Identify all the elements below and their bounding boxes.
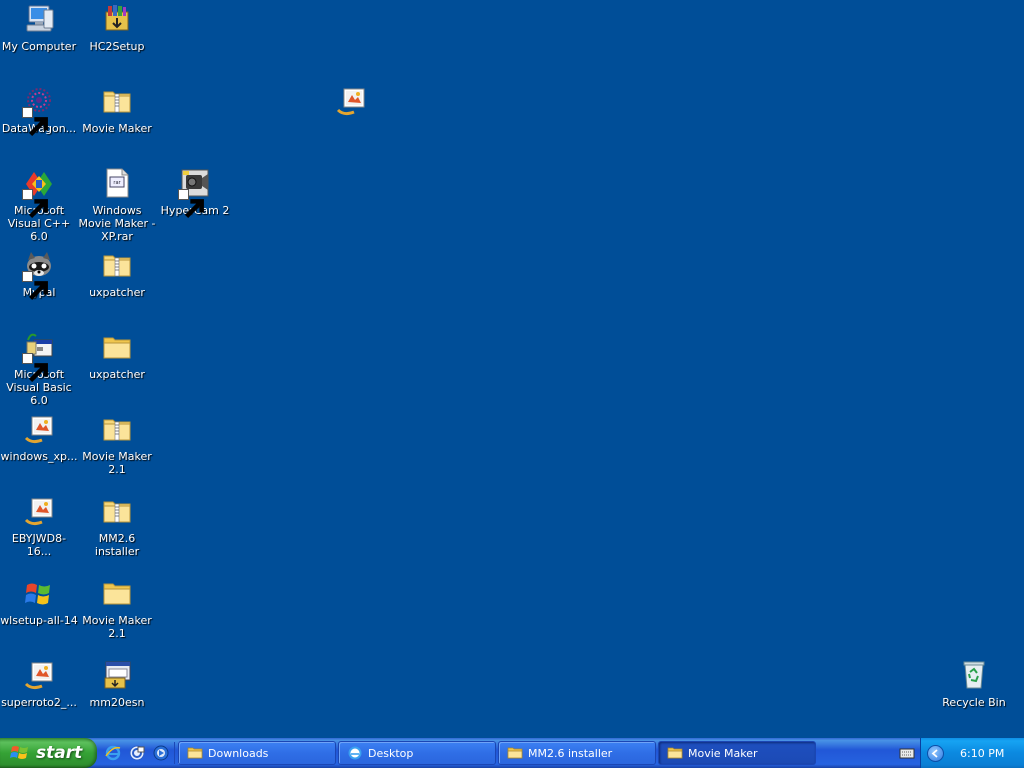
taskbar-button-label: MM2.6 installer	[528, 746, 613, 760]
desktop-icon-mypal[interactable]: Mypal	[0, 248, 78, 301]
folder-icon	[667, 745, 683, 761]
desktop-icon-label: Movie Maker	[82, 122, 152, 135]
desktop-icon-label: Movie Maker 2.1	[82, 614, 152, 640]
desktop-icon-label: My Computer	[1, 40, 77, 53]
desktop-icon-label: mm20esn	[89, 696, 145, 709]
desktop-icon-visual-cpp[interactable]: Microsoft Visual C++ 6.0	[0, 166, 78, 243]
taskbar-button-label: Desktop	[368, 746, 414, 760]
shortcut-arrow-icon	[22, 271, 48, 301]
picture-file-icon	[22, 412, 56, 446]
folder-icon	[100, 576, 134, 610]
desktop-icon-label: wlsetup-all-14	[0, 614, 78, 627]
visual-basic-icon	[22, 330, 56, 383]
desktop-icon-hypercam[interactable]: HyperCam 2	[156, 166, 234, 219]
desktop-icon-label: Movie Maker 2.1	[82, 450, 152, 476]
desktop-icon-movie-maker-21-folder[interactable]: Movie Maker 2.1	[78, 576, 156, 640]
desktop-icon-label: uxpatcher	[89, 286, 145, 299]
desktop-icon-movie-maker-zip[interactable]: Movie Maker	[78, 84, 156, 135]
desktop-icon-uxpatcher-zip[interactable]: uxpatcher	[78, 248, 156, 299]
taskbar-button-movie-maker[interactable]: Movie Maker	[658, 741, 816, 765]
zip-folder-icon	[100, 248, 134, 282]
rar-file-icon: rar	[100, 166, 134, 200]
desktop-icon-movie-maker-rar[interactable]: rar Windows Movie Maker - XP.rar	[78, 166, 156, 243]
keyboard-icon[interactable]	[899, 745, 915, 761]
folder-icon	[507, 745, 523, 761]
desktop-icon-uxpatcher-folder[interactable]: uxpatcher	[78, 330, 156, 381]
desktop-icon-mm20esn[interactable]: mm20esn	[78, 658, 156, 709]
taskbar-button-desktop[interactable]: Desktop	[338, 741, 496, 765]
dragged-picture-icon[interactable]	[312, 84, 390, 118]
shortcut-arrow-icon	[22, 107, 48, 137]
desktop-icon-wlsetup[interactable]: wlsetup-all-14	[0, 576, 78, 627]
ie-window-icon	[347, 745, 363, 761]
desktop-icon-label: Windows Movie Maker - XP.rar	[78, 204, 156, 243]
taskbar-button-mm26-installer[interactable]: MM2.6 installer	[498, 741, 656, 765]
picture-file-icon	[22, 494, 56, 528]
taskbar-button-label: Downloads	[208, 746, 269, 760]
quick-launch	[102, 742, 172, 764]
windows-flag-icon	[10, 743, 30, 763]
desktop-icon-label: HC2Setup	[89, 40, 145, 53]
desktop-icon-label: EBYJWD8-16...	[11, 532, 67, 558]
system-tray: 6:10 PM	[899, 738, 1024, 768]
zip-folder-icon	[100, 494, 134, 528]
clock[interactable]: 6:10 PM	[960, 747, 1004, 760]
desktop-icon-hc2setup[interactable]: HC2Setup	[78, 2, 156, 53]
windows-logo-icon	[22, 576, 56, 610]
start-button[interactable]: start	[0, 738, 97, 768]
desktop-icon-label: windows_xp...	[0, 450, 78, 463]
outlook-express-icon[interactable]	[126, 742, 148, 764]
computer-icon	[22, 2, 56, 36]
desktop-icon-movie-maker-21-zip[interactable]: Movie Maker 2.1	[78, 412, 156, 476]
taskbar-button-label: Movie Maker	[688, 746, 758, 760]
visual-cpp-icon	[22, 166, 56, 219]
desktop-icon-label: MM2.6 installer	[94, 532, 140, 558]
start-label: start	[36, 743, 83, 763]
hypercam-icon	[178, 166, 212, 219]
setup-program-icon	[100, 658, 134, 692]
picture-file-icon	[334, 84, 368, 118]
desktop-icon-label: Recycle Bin	[942, 696, 1006, 709]
desktop-icon-label: superroto2_...	[1, 696, 77, 709]
media-player-icon[interactable]	[150, 742, 172, 764]
internet-explorer-icon[interactable]	[102, 742, 124, 764]
desktop-icon-datawagon[interactable]: DataWagon...	[0, 84, 78, 137]
shortcut-arrow-icon	[22, 353, 48, 383]
folder-icon	[100, 330, 134, 364]
desktop-icon-superroto2[interactable]: superroto2_...	[0, 658, 78, 709]
desktop-icon-mm26-installer[interactable]: MM2.6 installer	[78, 494, 156, 558]
desktop: My Computer DataWagon... Microsoft Visua…	[0, 0, 1024, 738]
picture-file-icon	[22, 658, 56, 692]
desktop-icon-my-computer[interactable]: My Computer	[0, 2, 78, 53]
datawagon-icon	[22, 84, 56, 137]
svg-text:rar: rar	[113, 180, 121, 186]
shortcut-arrow-icon	[178, 189, 204, 219]
raccoon-icon	[22, 248, 56, 301]
shortcut-arrow-icon	[22, 189, 48, 219]
desktop-icon-windows-xp[interactable]: windows_xp...	[0, 412, 78, 463]
taskbar-button-downloads[interactable]: Downloads	[178, 741, 336, 765]
desktop-icon-ebyjwd8[interactable]: EBYJWD8-16...	[0, 494, 78, 558]
desktop-icon-label: uxpatcher	[89, 368, 145, 381]
tray-expand-chevron-icon[interactable]	[927, 744, 944, 762]
zip-folder-icon	[100, 84, 134, 118]
desktop-icon-visual-basic[interactable]: Microsoft Visual Basic 6.0	[0, 330, 78, 407]
zip-folder-icon	[100, 412, 134, 446]
folder-icon	[187, 745, 203, 761]
desktop-icon-recycle-bin[interactable]: Recycle Bin	[935, 658, 1013, 709]
taskbar: start Downloads Desktop MM2.6 installer …	[0, 738, 1024, 768]
recycle-bin-icon	[957, 658, 991, 692]
installer-box-icon	[100, 2, 134, 36]
